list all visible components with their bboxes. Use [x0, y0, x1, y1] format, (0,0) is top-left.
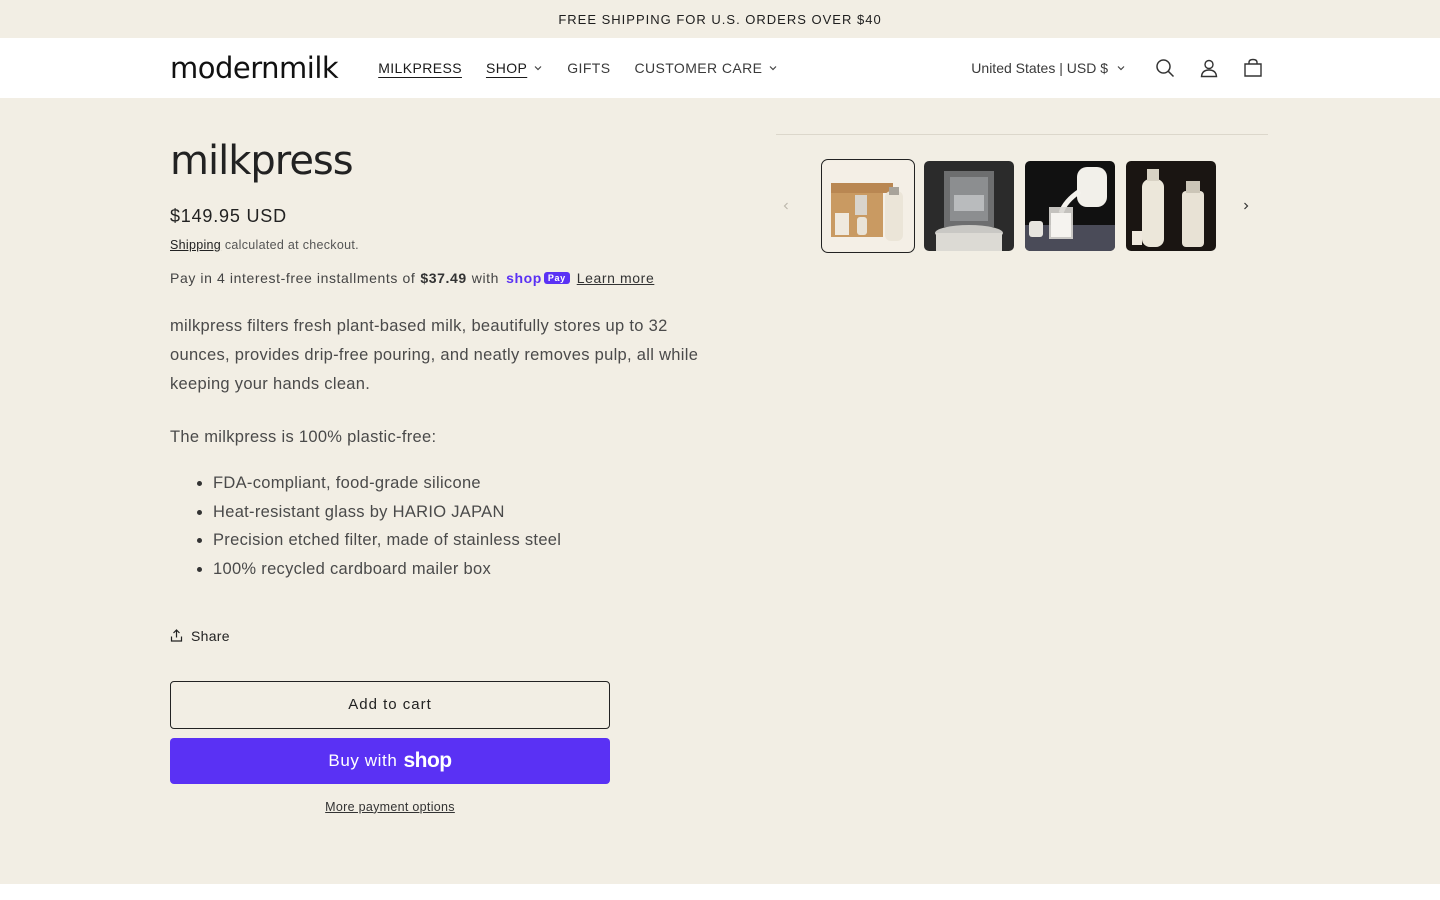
milkpress-filter-thumbnail[interactable] [924, 161, 1014, 251]
list-item: Precision etched filter, made of stainle… [213, 526, 730, 555]
nav-shop-label: SHOP [485, 60, 528, 76]
site-header: modernmilk MILKPRESS SHOP GIFTS CUSTOMER… [0, 38, 1440, 98]
buy-with-label: Buy with [328, 750, 398, 770]
milkpress-bottles-thumbnail[interactable] [1126, 161, 1216, 251]
previous-thumbnail-button[interactable] [776, 196, 796, 216]
chevron-down-icon [534, 66, 542, 71]
account-button[interactable] [1198, 57, 1220, 79]
milkpress-box-image [823, 161, 913, 251]
account-icon [1200, 59, 1218, 78]
chevron-right-icon [1244, 202, 1249, 210]
installments-amount: $37.49 [420, 270, 467, 286]
milkpress-box-thumbnail[interactable] [821, 159, 915, 253]
announcement-bar: FREE SHIPPING FOR U.S. ORDERS OVER $40 [0, 0, 1440, 38]
footer-band [0, 884, 1440, 900]
milk-pour-thumbnail[interactable] [1025, 161, 1115, 251]
nav-milkpress[interactable]: MILKPRESS [378, 60, 462, 76]
nav-shop[interactable]: SHOP [486, 60, 543, 76]
shop-logo: shop [403, 748, 452, 772]
share-icon [170, 629, 183, 642]
shop-pay-word: shop [506, 270, 542, 286]
nav-customer-care[interactable]: CUSTOMER CARE [634, 60, 778, 76]
buy-with-shop-button[interactable]: Buy with shop [170, 737, 610, 784]
list-item: Heat-resistant glass by HARIO JAPAN [213, 498, 730, 527]
main-nav: MILKPRESS SHOP GIFTS CUSTOMER CARE [378, 60, 778, 76]
milkpress-bottles-image [1126, 161, 1216, 251]
share-button[interactable]: Share [170, 628, 730, 644]
cart-icon [1244, 58, 1262, 77]
plastic-free-heading: The milkpress is 100% plastic-free: [170, 428, 437, 446]
chevron-left-icon [783, 202, 788, 210]
installments-with: with [471, 270, 500, 286]
search-icon [1156, 59, 1175, 78]
learn-more-link[interactable]: Learn more [577, 270, 655, 286]
shipping-link[interactable]: Shipping [170, 238, 221, 252]
shop-pay-logo: shop Pay [506, 270, 570, 286]
country-label: United States | USD $ [971, 60, 1108, 76]
more-payment-options-link[interactable]: More payment options [170, 800, 610, 814]
shop-pay-badge: Pay [543, 272, 570, 284]
installments-prefix: Pay in 4 interest-free installments of [170, 270, 416, 286]
nav-milkpress-label: MILKPRESS [378, 60, 462, 76]
gallery-divider [776, 134, 1268, 135]
add-to-cart-label: Add to cart [348, 696, 432, 714]
product-title: milkpress [170, 138, 354, 184]
product-description: milkpress filters fresh plant-based milk… [170, 317, 699, 393]
chevron-down-icon [769, 66, 777, 71]
next-thumbnail-button[interactable] [1236, 196, 1256, 216]
nav-gifts-label: GIFTS [567, 60, 611, 76]
product-info: milkpress $149.95 USD Shipping calculate… [170, 138, 730, 814]
header-actions: United States | USD $ [971, 38, 1264, 98]
shipping-note-text: calculated at checkout. [224, 238, 359, 252]
product-main: milkpress $149.95 USD Shipping calculate… [0, 98, 1440, 884]
country-selector[interactable]: United States | USD $ [971, 60, 1126, 76]
share-label: Share [191, 627, 230, 644]
list-item: FDA-compliant, food-grade silicone [213, 469, 730, 498]
milk-pour-image [1025, 161, 1115, 251]
add-to-cart-button[interactable]: Add to cart [170, 680, 610, 729]
product-gallery [776, 134, 1268, 253]
search-button[interactable] [1154, 57, 1176, 79]
installments-banner: Pay in 4 interest-free installments of $… [170, 270, 730, 286]
cart-button[interactable] [1242, 57, 1264, 79]
list-item: 100% recycled cardboard mailer box [213, 555, 730, 584]
feature-list: FDA-compliant, food-grade silicone Heat-… [170, 469, 730, 584]
shipping-note: Shipping calculated at checkout. [170, 238, 730, 252]
thumbnail-carousel [776, 159, 1268, 253]
nav-gifts[interactable]: GIFTS [567, 60, 610, 76]
milkpress-filter-image [924, 161, 1014, 251]
chevron-down-icon [1117, 66, 1125, 71]
nav-customer-care-label: CUSTOMER CARE [634, 60, 763, 76]
announcement-text: FREE SHIPPING FOR U.S. ORDERS OVER $40 [558, 11, 882, 27]
thumbnail-list [821, 159, 1216, 253]
product-price: $149.95 USD [170, 206, 287, 226]
site-logo[interactable]: modernmilk [170, 51, 339, 85]
